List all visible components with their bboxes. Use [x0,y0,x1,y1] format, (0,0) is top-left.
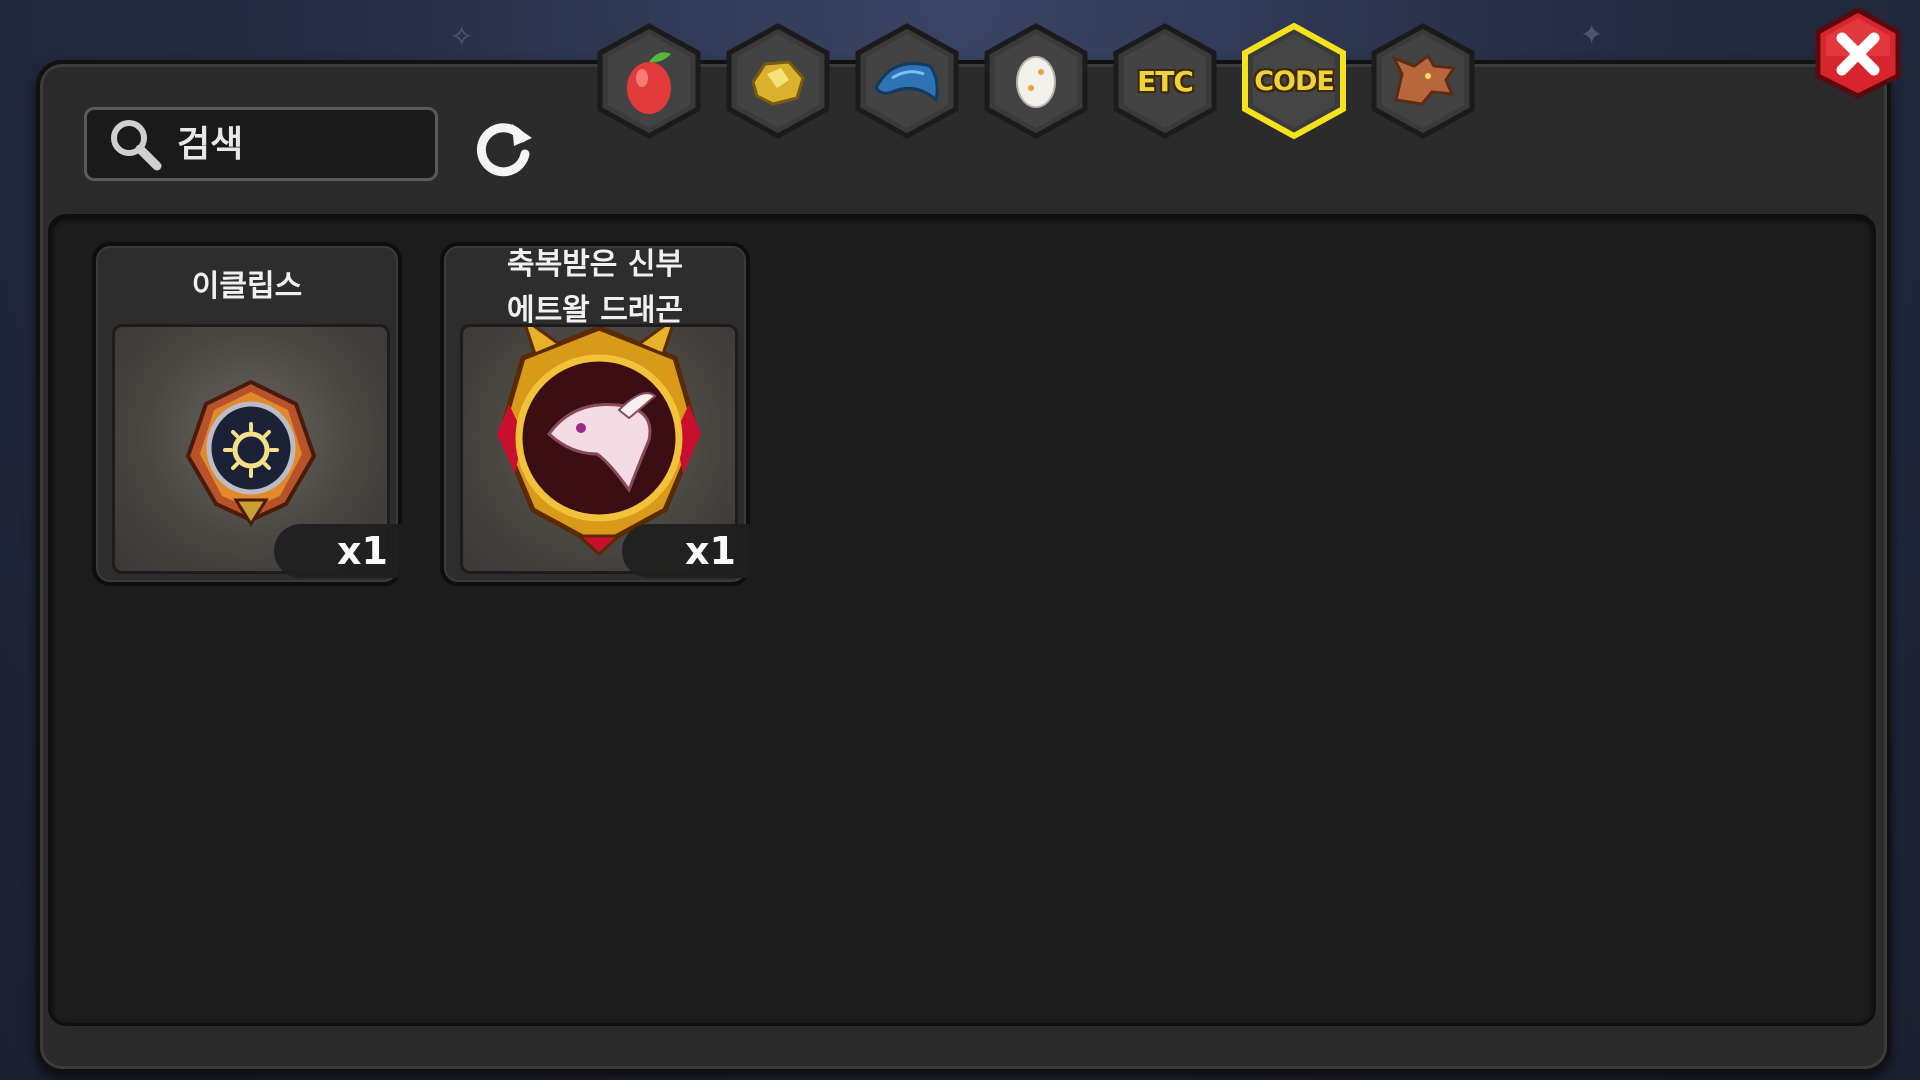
egg-icon [1016,56,1056,108]
search-icon [111,120,162,171]
eclipse-emblem-icon [185,379,317,527]
item-quantity: x1 [274,524,402,578]
search-box[interactable] [84,107,438,181]
tab-egg[interactable] [981,22,1091,140]
refresh-button[interactable] [470,116,536,182]
background-doodle: ✧ [450,20,474,53]
gold-ore-icon [751,60,805,106]
tab-dragon-scale[interactable] [852,22,962,140]
tab-gold-ore[interactable] [723,22,833,140]
item-name-line1: 축복받은 신부 [506,247,684,282]
dragon-scale-icon [874,62,939,103]
background-doodle: ✦ [1580,18,1604,51]
tab-code[interactable]: CODE [1239,22,1349,140]
search-input[interactable] [175,122,419,166]
item-card-etoile-dragon[interactable]: 축복받은 신부 에트왈 드래곤 x1 [440,242,750,586]
close-button[interactable] [1812,6,1904,100]
item-quantity: x1 [622,524,750,578]
tab-code-label: CODE [1254,65,1335,97]
tab-etc-label: ETC [1137,64,1194,98]
item-card-eclipse[interactable]: 이클립스 x1 [92,242,402,586]
fruit-icon [627,52,671,114]
tab-etc[interactable]: ETC [1110,22,1220,140]
tab-fruit[interactable] [594,22,704,140]
dragon-head-icon [1390,53,1457,106]
item-name: 이클립스 [191,269,303,304]
tab-dragon[interactable] [1368,22,1478,140]
